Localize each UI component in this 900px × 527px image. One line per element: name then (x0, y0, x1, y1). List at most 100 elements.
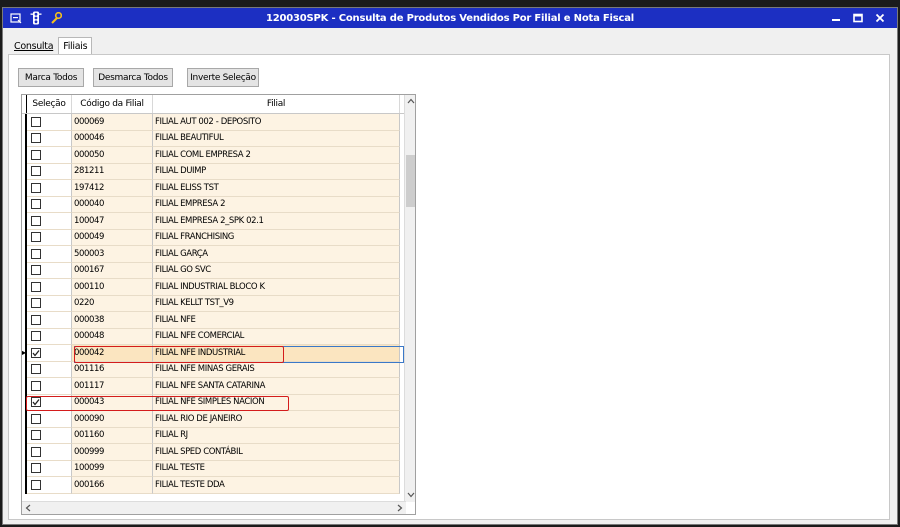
checkbox[interactable] (31, 380, 41, 391)
scroll-up-icon[interactable] (405, 97, 415, 106)
checkbox[interactable] (31, 298, 41, 309)
branch-code-cell: 197412 (72, 180, 153, 197)
table-row[interactable]: 000090 FILIAL RIO DE JANEIRO (22, 411, 406, 428)
checkbox[interactable] (31, 182, 41, 193)
table-row[interactable]: 000167 FILIAL GO SVC (22, 262, 406, 279)
table-row[interactable]: 281211 FILIAL DUIMP (22, 163, 406, 180)
table-row[interactable]: 000043 FILIAL NFE SIMPLES NACION (22, 394, 406, 411)
vertical-scroll-thumb[interactable] (406, 155, 415, 207)
checkbox[interactable] (31, 314, 41, 325)
minimize-icon[interactable] (829, 11, 843, 25)
checkbox[interactable] (31, 232, 41, 243)
table-row[interactable]: 000040 FILIAL EMPRESA 2 (22, 196, 406, 213)
table-row[interactable]: 000166 FILIAL TESTE DDA (22, 477, 406, 494)
selection-cell (27, 246, 72, 263)
branch-name-cell: FILIAL ELISS TST (153, 180, 400, 197)
row-indicator (22, 394, 27, 411)
table-row[interactable]: 000999 FILIAL SPED CONTÁBIL (22, 444, 406, 461)
checkbox[interactable] (31, 479, 41, 490)
branch-code-cell: 000110 (72, 279, 153, 296)
branch-code-cell: 000042 (72, 345, 153, 362)
checkbox[interactable] (31, 364, 41, 375)
branch-name-cell: FILIAL COML EMPRESA 2 (153, 147, 400, 164)
checkbox[interactable] (31, 281, 41, 292)
table-row[interactable]: 001160 FILIAL RJ (22, 427, 406, 444)
table-row[interactable]: 000110 FILIAL INDUSTRIAL BLOCO K (22, 279, 406, 296)
row-indicator (22, 378, 27, 395)
wrench-icon[interactable] (49, 11, 63, 25)
scroll-down-icon[interactable] (405, 491, 415, 500)
branch-code-cell: 001160 (72, 427, 153, 444)
table-row[interactable]: 100099 FILIAL TESTE (22, 460, 406, 477)
checkbox[interactable] (31, 149, 41, 160)
checkbox[interactable] (31, 446, 41, 457)
table-row[interactable]: 001117 FILIAL NFE SANTA CATARINA (22, 378, 406, 395)
selection-cell (27, 361, 72, 378)
selection-cell (27, 114, 72, 131)
column-header-selection[interactable]: Seleção (27, 95, 72, 113)
current-row-pointer-icon: ▶ (22, 348, 26, 357)
table-row[interactable]: 000049 FILIAL FRANCHISING (22, 229, 406, 246)
row-indicator (22, 328, 27, 345)
checkbox[interactable] (31, 166, 41, 177)
window-menu-icon[interactable] (9, 11, 23, 25)
row-indicator (22, 279, 27, 296)
row-indicator (22, 444, 27, 461)
table-row[interactable]: 197412 FILIAL ELISS TST (22, 180, 406, 197)
selection-cell (27, 477, 72, 494)
row-indicator: ▶ (22, 345, 27, 362)
selection-cell (27, 312, 72, 329)
table-row[interactable]: 000050 FILIAL COML EMPRESA 2 (22, 147, 406, 164)
column-header-code[interactable]: Código da Filial (72, 95, 153, 113)
table-row[interactable]: 000046 FILIAL BEAUTIFUL (22, 130, 406, 147)
horizontal-scrollbar[interactable] (22, 501, 406, 514)
checkbox[interactable] (31, 133, 41, 144)
branch-name-cell: FILIAL EMPRESA 2 (153, 196, 400, 213)
table-row[interactable]: 0220 FILIAL KELLT TST_V9 (22, 295, 406, 312)
row-indicator (22, 180, 27, 197)
unmark-all-button[interactable]: Desmarca Todos (93, 68, 173, 87)
table-row[interactable]: 000069 FILIAL AUT 002 - DEPOSITO (22, 114, 406, 131)
checkbox[interactable] (31, 463, 41, 474)
close-icon[interactable] (873, 11, 887, 25)
maximize-icon[interactable] (851, 11, 865, 25)
row-indicator (22, 229, 27, 246)
row-indicator (22, 460, 27, 477)
branch-name-cell: FILIAL RIO DE JANEIRO (153, 411, 400, 428)
table-row[interactable]: 000038 FILIAL NFE (22, 312, 406, 329)
mark-all-button[interactable]: Marca Todos (18, 68, 84, 87)
table-row[interactable]: ▶ 000042FILIAL NFE INDUSTRIAL (22, 345, 406, 362)
row-indicator (22, 130, 27, 147)
branch-code-cell: 000999 (72, 444, 153, 461)
checkbox[interactable] (31, 413, 41, 424)
branch-grid[interactable]: Seleção Código da Filial Filial 000069 FI… (21, 94, 416, 515)
checkbox[interactable] (31, 199, 41, 210)
vertical-scrollbar[interactable] (404, 95, 415, 502)
checkbox[interactable] (31, 116, 41, 127)
selection-cell (27, 163, 72, 180)
checkbox-checked[interactable] (31, 397, 41, 408)
invert-selection-button[interactable]: Inverte Seleção (187, 68, 259, 87)
selection-cell (27, 378, 72, 395)
selection-cell (27, 345, 72, 362)
checkbox[interactable] (31, 215, 41, 226)
table-row[interactable]: 000048 FILIAL NFE COMERCIAL (22, 328, 406, 345)
branch-code-cell: 000049 (72, 229, 153, 246)
checkbox[interactable] (31, 331, 41, 342)
scroll-left-icon[interactable] (25, 504, 31, 514)
checkbox[interactable] (31, 248, 41, 259)
table-row[interactable]: 001116 FILIAL NFE MINAS GERAIS (22, 361, 406, 378)
traffic-light-icon[interactable] (29, 11, 43, 25)
checkbox[interactable] (31, 265, 41, 276)
row-indicator (22, 163, 27, 180)
table-row[interactable]: 100047 FILIAL EMPRESA 2_SPK 02.1 (22, 213, 406, 230)
table-row[interactable]: 500003 FILIAL GARÇA (22, 246, 406, 263)
branch-code-cell: 000050 (72, 147, 153, 164)
checkbox[interactable] (31, 430, 41, 441)
checkbox-checked[interactable] (31, 347, 41, 358)
selection-cell (27, 279, 72, 296)
tab-consulta[interactable]: Consulta (9, 37, 58, 55)
column-header-branch[interactable]: Filial (153, 95, 400, 113)
scroll-right-icon[interactable] (397, 504, 403, 514)
selection-cell (27, 262, 72, 279)
